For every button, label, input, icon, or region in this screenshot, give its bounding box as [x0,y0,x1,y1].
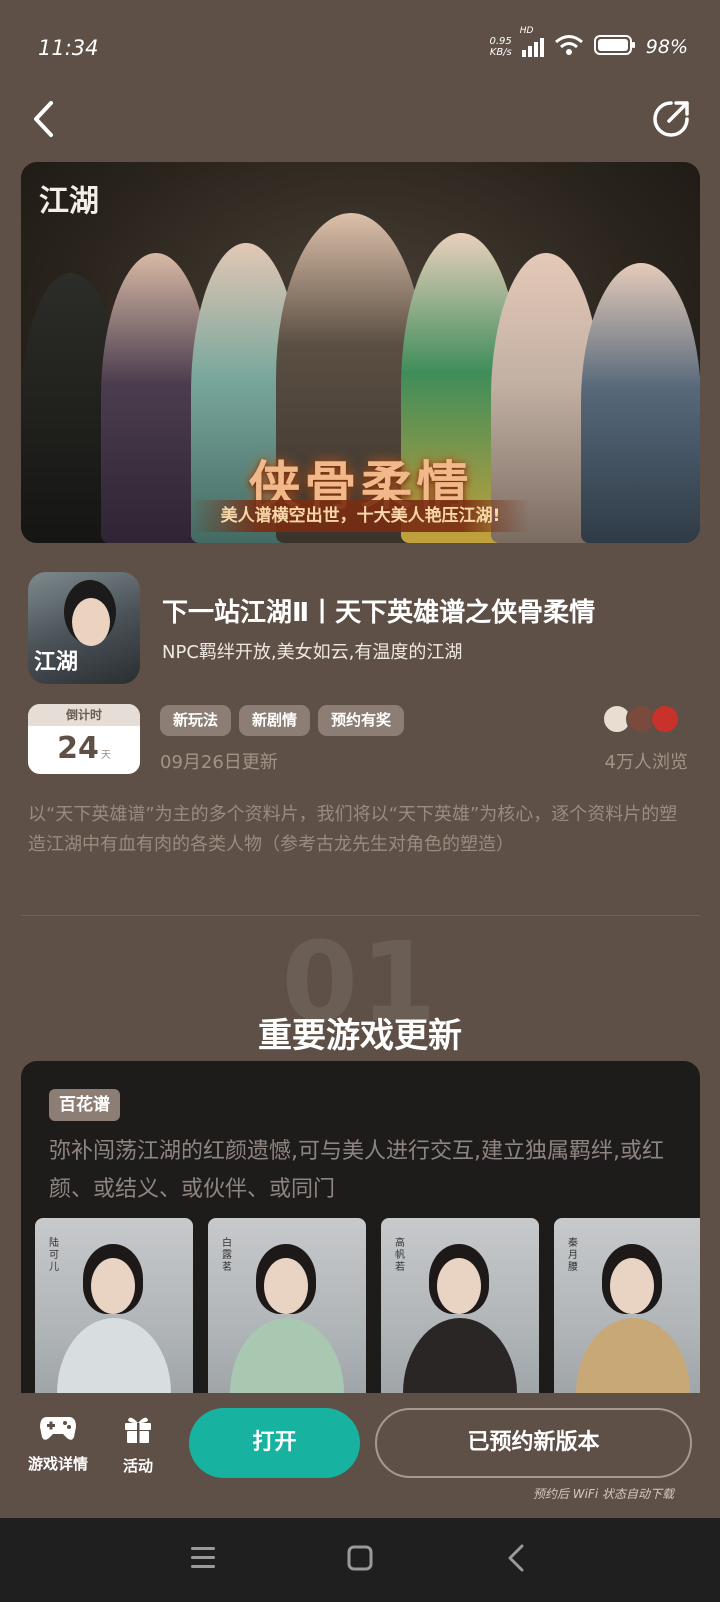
gamepad-icon [39,1417,77,1447]
home-button[interactable] [342,1542,378,1578]
app-icon-text: 江湖 [34,649,79,675]
back-button[interactable] [18,96,68,146]
share-button[interactable] [646,96,696,146]
signal-icon: HD [520,26,544,57]
game-detail-label: 游戏详情 [28,1455,89,1473]
battery-icon [593,35,636,59]
game-detail-button[interactable]: 游戏详情 [28,1413,88,1474]
system-nav-bar [0,1518,720,1602]
share-arrow-icon [651,99,691,143]
network-speed: 0.95 KB/s [489,36,512,58]
banner-subline: 美人谱横空出世，十大美人艳压江湖! [191,500,530,532]
promo-banner[interactable]: 江湖 侠骨柔情 美人谱横空出世，十大美人艳压江湖! [21,162,700,543]
portrait-name: 陆可儿 [49,1238,59,1273]
banner-logo: 江湖 [39,184,99,219]
reserved-new-version-button[interactable]: 已预约新版本 [375,1408,692,1478]
countdown-label: 倒计时 [28,704,140,726]
status-bar: 11:34 0.95 KB/s HD 98% [0,0,720,96]
app-title: 下一站江湖Ⅱ丨天下英雄谱之侠骨柔情 [162,598,596,628]
countdown-badge: 倒计时 24 天 [28,704,140,774]
card-text: 弥补闯荡江湖的红颜遗憾,可与美人进行交互,建立独属羁绊,或红颜、或结义、或伙伴、… [49,1139,664,1202]
portrait-name: 白露茗 [222,1238,232,1273]
tag-new-gameplay[interactable]: 新玩法 [160,705,232,736]
avatar [650,704,680,734]
tag-reserve-reward[interactable]: 预约有奖 [318,705,405,736]
wifi-icon [554,34,584,60]
gift-icon [122,1417,154,1449]
tag-new-story[interactable]: 新剧情 [239,705,311,736]
section-title: 重要游戏更新 [258,1016,462,1056]
divider [21,915,700,916]
game-description: 以“天下英雄谱”为主的多个资料片，我们将以“天下英雄”为核心，逐个资料片的塑造江… [28,804,678,855]
back-triangle-icon [505,1543,527,1577]
card-tag: 百花谱 [49,1089,120,1121]
update-date: 09月26日更新 [160,752,278,773]
portrait-name: 秦月腰 [568,1238,578,1273]
menu-icon [189,1545,217,1575]
open-button[interactable]: 打开 [189,1408,360,1478]
portrait-name: 高帆若 [395,1238,405,1273]
chevron-left-icon [31,100,55,142]
reserve-note: 预约后 WiFi 状态自动下载 [532,1487,674,1501]
viewer-avatars [602,704,680,734]
tag-list: 新玩法 新剧情 预约有奖 [160,705,405,736]
system-back-button[interactable] [498,1542,534,1578]
view-count: 4万人浏览 [604,752,688,773]
status-time: 11:34 [38,36,99,60]
menu-button[interactable] [185,1542,221,1578]
status-indicators: 0.95 KB/s HD 98% [489,26,689,60]
bottom-action-bar: 游戏详情 活动 打开 已预约新版本 预约后 WiFi 状态自动下载 [0,1393,720,1518]
home-square-icon [346,1544,374,1576]
countdown-unit: 天 [100,750,111,761]
top-nav [0,96,720,156]
countdown-value-row: 24 天 [28,726,140,772]
activity-label: 活动 [122,1457,153,1475]
activity-button[interactable]: 活动 [122,1413,154,1476]
countdown-value: 24 [57,731,99,766]
app-icon: 江湖 [28,572,140,684]
app-subtitle: NPC羁绊开放,美女如云,有温度的江湖 [162,642,463,663]
battery-percent: 98% [645,36,688,58]
